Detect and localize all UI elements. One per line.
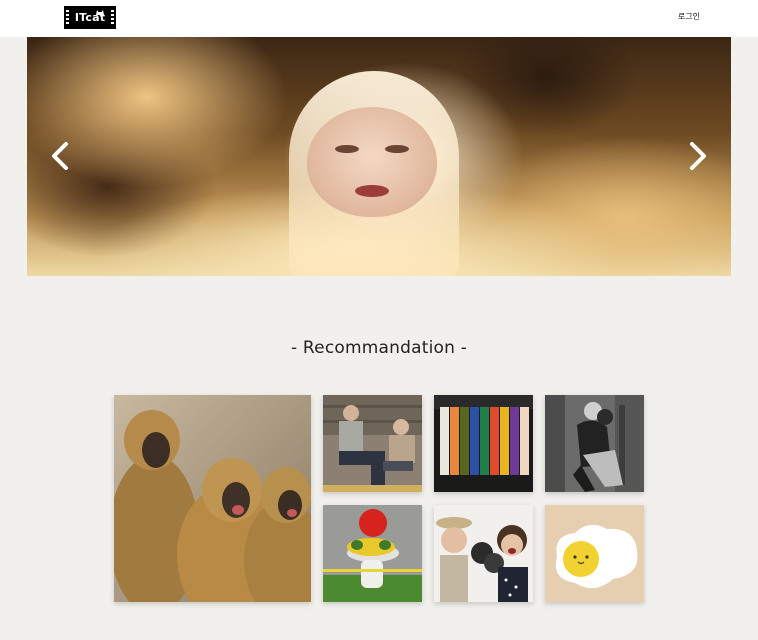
gallery-item-flower-toilet[interactable] — [323, 505, 422, 602]
gallery-item-couple-sofa[interactable] — [323, 395, 422, 492]
gallery-item-baboons[interactable] — [114, 395, 311, 602]
happy-egg-image — [545, 505, 644, 602]
recommendation-title: - Recommandation - — [290, 338, 467, 358]
hero-image-face — [307, 107, 437, 217]
couple-sofa-image — [323, 395, 422, 492]
colorful-shirts-image — [434, 395, 533, 492]
gallery-item-couple-embrace[interactable] — [545, 395, 644, 492]
chevron-right-icon[interactable] — [687, 141, 709, 171]
flower-toilet-image — [323, 505, 422, 602]
baboons-image — [114, 395, 311, 602]
page: ITcat 로그인 - Recommandation - — [0, 0, 758, 640]
hero-eye-right — [385, 145, 409, 153]
couple-embrace-image — [545, 395, 644, 492]
hero-eye-left — [335, 145, 359, 153]
hero-carousel[interactable] — [27, 37, 731, 276]
gallery-item-happy-egg[interactable] — [545, 505, 644, 602]
cat-icon — [96, 10, 104, 15]
top-navbar: ITcat 로그인 — [0, 0, 758, 37]
chevron-left-icon[interactable] — [49, 141, 71, 171]
login-link[interactable]: 로그인 — [678, 11, 700, 22]
boxing-couple-image — [434, 505, 533, 602]
hero-lips — [355, 185, 389, 197]
itcat-logo[interactable]: ITcat — [64, 6, 116, 29]
gallery-item-colorful-shirts[interactable] — [434, 395, 533, 492]
gallery-item-boxing-couple[interactable] — [434, 505, 533, 602]
